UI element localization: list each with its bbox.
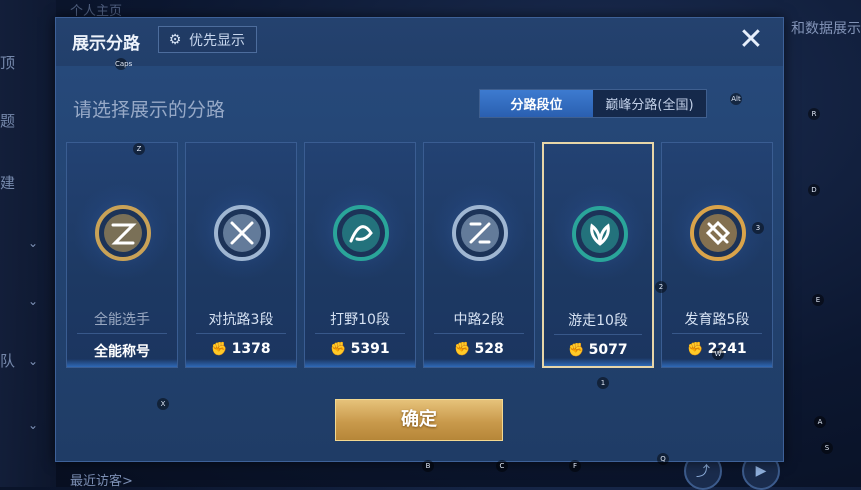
lane-stat: ✊ 528 — [424, 341, 534, 357]
key-hint-badge: 3 — [752, 222, 764, 234]
close-button[interactable]: ✕ — [736, 25, 766, 56]
card-bottom-glow — [424, 359, 534, 367]
lane-name: 发育路5段 — [684, 312, 750, 328]
lane-name: 全能选手 — [94, 312, 150, 328]
chevron-down-icon: ⌄ — [28, 294, 39, 308]
lane-name: 游走10段 — [568, 313, 628, 329]
all-round-emblem-icon — [93, 203, 153, 263]
lane-name: 中路2段 — [453, 312, 505, 328]
lane-stat-value: 5391 — [350, 341, 390, 357]
background-right-text: 和数据展示 — [791, 21, 861, 37]
lane-card[interactable]: 游走10段 ✊ 5077 — [542, 142, 654, 368]
background-sidebar-item: 建 — [0, 174, 16, 192]
power-fist-icon: ✊ — [454, 342, 471, 357]
card-divider — [434, 333, 524, 334]
power-fist-icon: ✊ — [568, 343, 585, 358]
background-sidebar-item: 顶 — [0, 54, 16, 72]
dialog-subtitle: 请选择展示的分路 — [73, 99, 226, 121]
key-hint-badge: Caps — [115, 58, 133, 70]
card-bottom-glow — [186, 359, 296, 367]
roam-emblem-icon — [570, 204, 630, 264]
key-hint-badge: Q — [657, 453, 669, 465]
close-icon: ✕ — [738, 22, 764, 57]
background-sidebar-item: 题 — [0, 112, 16, 130]
key-hint-badge: W — [712, 348, 724, 360]
key-hint-badge: F — [569, 460, 581, 472]
tab-peak-lane[interactable]: 巅峰分路(全国) — [593, 90, 706, 117]
background-recent-visitors[interactable]: 最近访客> — [70, 470, 133, 489]
card-bottom-glow — [67, 359, 177, 367]
lane-stat: ✊ 1378 — [186, 341, 296, 357]
key-hint-badge: E — [812, 294, 824, 306]
tab-bar: 分路段位 巅峰分路(全国) — [479, 89, 707, 118]
key-hint-badge: S — [821, 442, 833, 454]
key-hint-badge: B — [422, 460, 434, 472]
card-bottom-glow — [544, 358, 652, 366]
card-divider — [672, 333, 762, 334]
key-hint-badge: 1 — [597, 377, 609, 389]
lane-name: 打野10段 — [330, 312, 390, 328]
lane-name: 对抗路3段 — [208, 312, 274, 328]
key-hint-badge: R — [808, 108, 820, 120]
priority-display-button[interactable]: ⚙ 优先显示 — [158, 26, 257, 53]
background-sidebar: 顶 题 建 ⌄ ⌄ 队 ⌄ ⌄ — [0, 0, 56, 487]
lane-card[interactable]: 打野10段 ✊ 5391 — [304, 142, 416, 368]
card-divider — [77, 333, 167, 334]
key-hint-badge: 2 — [655, 281, 667, 293]
lane-stat: 全能称号 — [67, 341, 177, 361]
key-hint-badge: C — [496, 460, 508, 472]
mid-lane-emblem-icon — [450, 203, 510, 263]
power-fist-icon: ✊ — [211, 342, 228, 357]
priority-display-label: 优先显示 — [189, 32, 245, 49]
card-bottom-glow — [662, 359, 772, 367]
background-sidebar-item: 队 — [0, 352, 16, 370]
key-hint-badge: X — [157, 398, 169, 410]
confirm-button[interactable]: 确定 — [335, 399, 503, 441]
lane-stat-value: 1378 — [231, 341, 271, 357]
lane-stat: ✊ 5391 — [305, 341, 415, 357]
card-bottom-glow — [305, 359, 415, 367]
power-fist-icon: ✊ — [330, 342, 347, 357]
dialog-title: 展示分路 — [72, 34, 140, 54]
card-divider — [196, 333, 286, 334]
lane-card[interactable]: 全能选手 全能称号 — [66, 142, 178, 368]
lane-stat-value: 全能称号 — [94, 344, 150, 360]
jungle-emblem-icon — [331, 203, 391, 263]
clash-lane-emblem-icon — [212, 203, 272, 263]
key-hint-badge: A — [814, 416, 826, 428]
lane-card[interactable]: 中路2段 ✊ 528 — [423, 142, 535, 368]
power-fist-icon: ✊ — [687, 342, 704, 357]
display-lane-dialog: 展示分路 ⚙ 优先显示 ✕ 请选择展示的分路 分路段位 巅峰分路(全国) 全能选… — [55, 17, 784, 462]
gear-icon: ⚙ — [168, 31, 182, 48]
lane-stat-value: 5077 — [588, 342, 628, 358]
lane-stat: ✊ 5077 — [544, 342, 652, 358]
chevron-down-icon: ⌄ — [28, 236, 39, 250]
lane-card[interactable]: 对抗路3段 ✊ 1378 — [185, 142, 297, 368]
key-hint-badge: Alt — [730, 93, 742, 105]
lane-stat-value: 528 — [474, 341, 504, 357]
tab-lane-rank[interactable]: 分路段位 — [480, 90, 593, 117]
chevron-down-icon: ⌄ — [28, 418, 39, 432]
key-hint-badge: D — [808, 184, 820, 196]
card-divider — [315, 333, 405, 334]
lane-card[interactable]: 发育路5段 ✊ 2241 — [661, 142, 773, 368]
chevron-down-icon: ⌄ — [28, 354, 39, 368]
card-divider — [554, 334, 642, 335]
key-hint-badge: Z — [133, 143, 145, 155]
farm-lane-emblem-icon — [688, 203, 748, 263]
